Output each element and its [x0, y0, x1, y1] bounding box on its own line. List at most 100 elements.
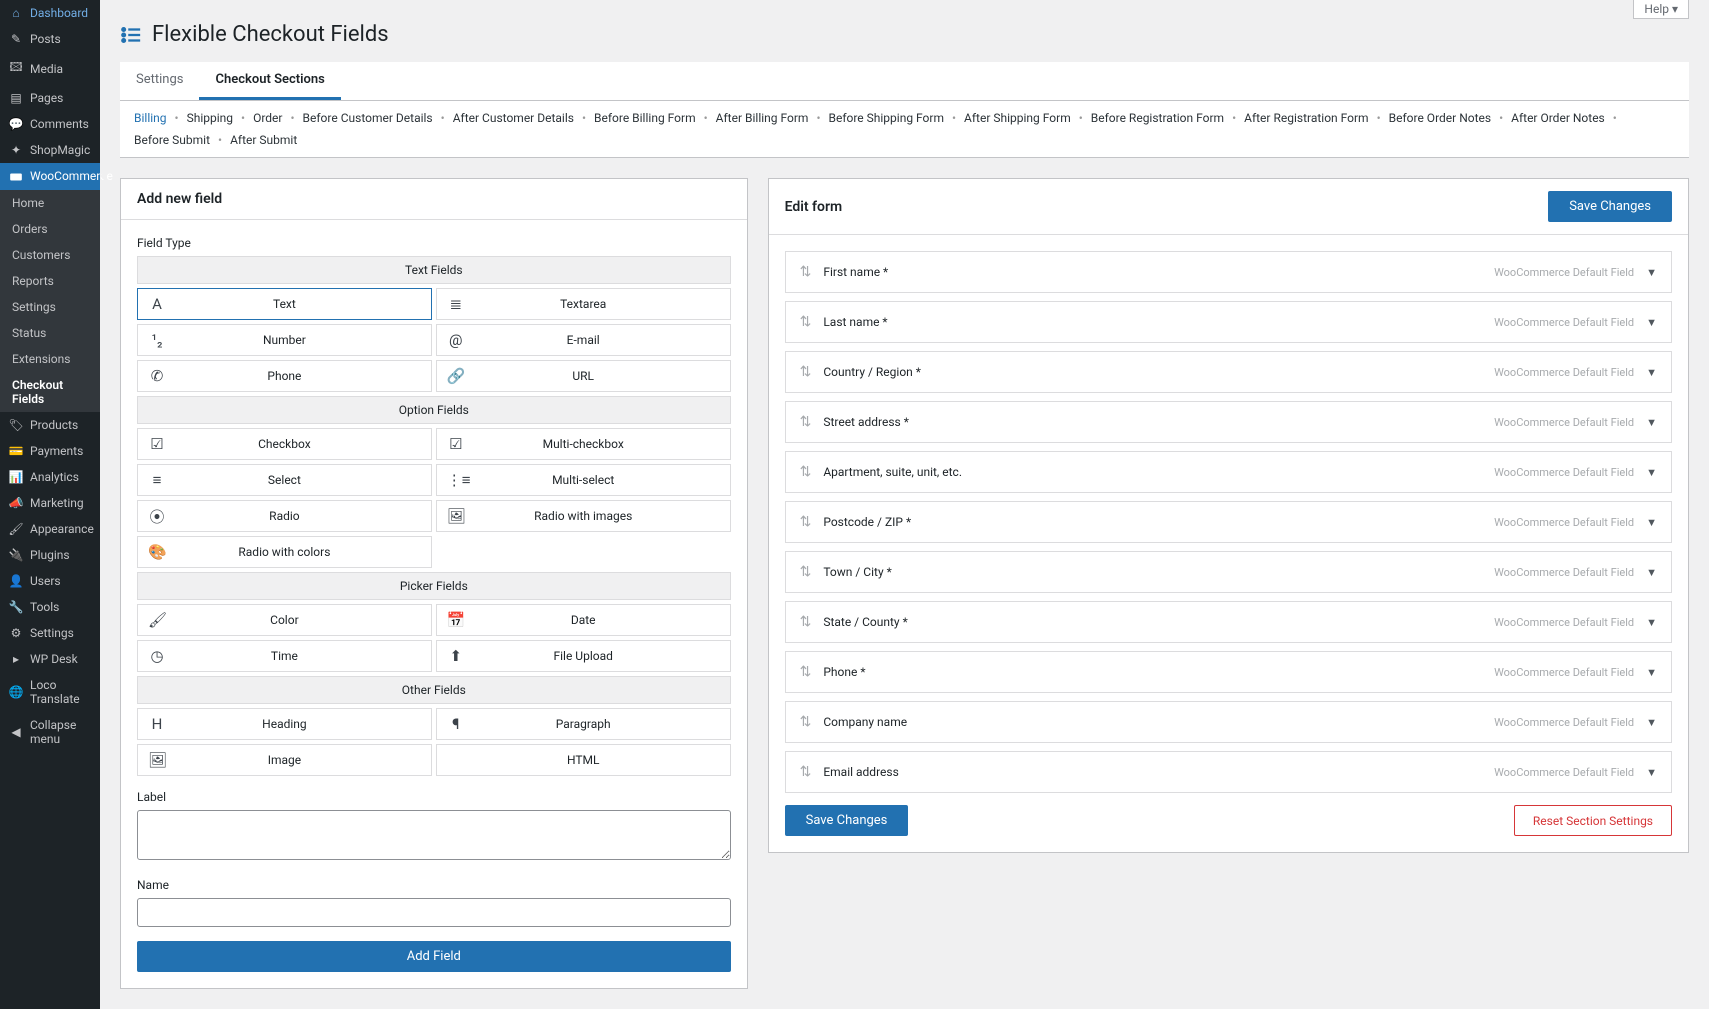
section-subtab[interactable]: Before Shipping Form — [829, 111, 944, 125]
drag-handle-icon[interactable]: ⇅ — [800, 564, 812, 580]
sidebar-item[interactable]: ⌂Dashboard — [0, 0, 100, 26]
drag-handle-icon[interactable]: ⇅ — [800, 514, 812, 530]
sidebar-item[interactable]: 🏷Products — [0, 412, 100, 438]
checkout-field-row[interactable]: ⇅ Last name * WooCommerce Default Field … — [785, 301, 1672, 343]
field-type-option[interactable]: 📅Date — [436, 604, 731, 636]
help-tab[interactable]: Help ▾ — [1633, 0, 1689, 19]
sidebar-subitem[interactable]: Home — [0, 190, 100, 216]
field-type-option[interactable]: ¹₂Number — [137, 324, 432, 356]
field-type-option[interactable]: ☑Multi-checkbox — [436, 428, 731, 460]
field-type-option[interactable]: ◷Time — [137, 640, 432, 672]
sidebar-item[interactable]: 📣Marketing — [0, 490, 100, 516]
drag-handle-icon[interactable]: ⇅ — [800, 414, 812, 430]
drag-handle-icon[interactable]: ⇅ — [800, 614, 812, 630]
chevron-down-icon[interactable]: ▼ — [1646, 316, 1657, 329]
checkout-field-row[interactable]: ⇅ Town / City * WooCommerce Default Fiel… — [785, 551, 1672, 593]
field-type-option[interactable]: AText — [137, 288, 432, 320]
sidebar-item[interactable]: 🔧Tools — [0, 594, 100, 620]
checkout-field-row[interactable]: ⇅ Phone * WooCommerce Default Field ▼ — [785, 651, 1672, 693]
sidebar-subitem[interactable]: Status — [0, 320, 100, 346]
sidebar-item[interactable]: ▸WP Desk — [0, 646, 100, 672]
sidebar-item[interactable]: ✎Posts — [0, 26, 100, 52]
field-type-option[interactable]: ☑Checkbox — [137, 428, 432, 460]
field-type-option[interactable]: @E-mail — [436, 324, 731, 356]
section-subtab[interactable]: Before Order Notes — [1389, 111, 1491, 125]
sidebar-item[interactable]: 🖾Media — [0, 52, 100, 85]
chevron-down-icon[interactable]: ▼ — [1646, 366, 1657, 379]
section-subtab[interactable]: Order — [253, 111, 282, 125]
sidebar-subitem[interactable]: Customers — [0, 242, 100, 268]
drag-handle-icon[interactable]: ⇅ — [800, 764, 812, 780]
save-button-top[interactable]: Save Changes — [1548, 191, 1672, 222]
checkout-field-row[interactable]: ⇅ State / County * WooCommerce Default F… — [785, 601, 1672, 643]
section-subtab[interactable]: After Submit — [230, 133, 297, 147]
sidebar-item[interactable]: ⚙Settings — [0, 620, 100, 646]
chevron-down-icon[interactable]: ▼ — [1646, 666, 1657, 679]
checkout-field-row[interactable]: ⇅ Postcode / ZIP * WooCommerce Default F… — [785, 501, 1672, 543]
chevron-down-icon[interactable]: ▼ — [1646, 416, 1657, 429]
drag-handle-icon[interactable]: ⇅ — [800, 664, 812, 680]
reset-section-button[interactable]: Reset Section Settings — [1514, 805, 1672, 836]
field-type-option[interactable]: 🖌Color — [137, 604, 432, 636]
chevron-down-icon[interactable]: ▼ — [1646, 766, 1657, 779]
sidebar-item[interactable]: 🖌Appearance — [0, 516, 100, 542]
field-type-option[interactable]: HHeading — [137, 708, 432, 740]
field-type-option[interactable]: ¶Paragraph — [436, 708, 731, 740]
chevron-down-icon[interactable]: ▼ — [1646, 616, 1657, 629]
field-type-option[interactable]: ⋮≡Multi-select — [436, 464, 731, 496]
section-subtab[interactable]: After Customer Details — [453, 111, 574, 125]
drag-handle-icon[interactable]: ⇅ — [800, 364, 812, 380]
sidebar-subitem[interactable]: Settings — [0, 294, 100, 320]
sidebar-item-woocommerce[interactable]: WooCommerce — [0, 163, 100, 190]
field-type-option[interactable]: HTML — [436, 744, 731, 776]
section-subtab[interactable]: After Billing Form — [716, 111, 809, 125]
section-subtab[interactable]: Billing — [134, 111, 167, 125]
section-subtab[interactable]: Before Customer Details — [303, 111, 433, 125]
sidebar-item[interactable]: 🌐Loco Translate — [0, 672, 100, 712]
field-type-option[interactable]: ≡Select — [137, 464, 432, 496]
main-tab[interactable]: Settings — [120, 62, 199, 100]
sidebar-subitem[interactable]: Orders — [0, 216, 100, 242]
field-type-option[interactable]: ✆Phone — [137, 360, 432, 392]
field-type-option[interactable]: 🎨Radio with colors — [137, 536, 432, 568]
field-type-option[interactable]: ⦿Radio — [137, 500, 432, 532]
field-type-option[interactable]: 🔗URL — [436, 360, 731, 392]
section-subtab[interactable]: Before Submit — [134, 133, 210, 147]
sidebar-subitem[interactable]: Reports — [0, 268, 100, 294]
sidebar-item[interactable]: ◀Collapse menu — [0, 712, 100, 752]
section-subtab[interactable]: After Registration Form — [1244, 111, 1368, 125]
drag-handle-icon[interactable]: ⇅ — [800, 464, 812, 480]
label-input[interactable] — [137, 810, 731, 860]
checkout-field-row[interactable]: ⇅ Email address WooCommerce Default Fiel… — [785, 751, 1672, 793]
chevron-down-icon[interactable]: ▼ — [1646, 716, 1657, 729]
checkout-field-row[interactable]: ⇅ Company name WooCommerce Default Field… — [785, 701, 1672, 743]
chevron-down-icon[interactable]: ▼ — [1646, 566, 1657, 579]
section-subtab[interactable]: After Order Notes — [1511, 111, 1605, 125]
sidebar-item[interactable]: 💳Payments — [0, 438, 100, 464]
section-subtab[interactable]: Before Billing Form — [594, 111, 696, 125]
drag-handle-icon[interactable]: ⇅ — [800, 314, 812, 330]
chevron-down-icon[interactable]: ▼ — [1646, 516, 1657, 529]
save-button-bottom[interactable]: Save Changes — [785, 805, 909, 836]
checkout-field-row[interactable]: ⇅ Apartment, suite, unit, etc. WooCommer… — [785, 451, 1672, 493]
drag-handle-icon[interactable]: ⇅ — [800, 714, 812, 730]
sidebar-item[interactable]: 👤Users — [0, 568, 100, 594]
sidebar-subitem[interactable]: Checkout Fields — [0, 372, 100, 412]
add-field-button[interactable]: Add Field — [137, 941, 731, 972]
field-type-option[interactable]: ⬆File Upload — [436, 640, 731, 672]
drag-handle-icon[interactable]: ⇅ — [800, 264, 812, 280]
sidebar-item[interactable]: 💬Comments — [0, 111, 100, 137]
sidebar-item[interactable]: 🔌Plugins — [0, 542, 100, 568]
sidebar-item[interactable]: 📊Analytics — [0, 464, 100, 490]
section-subtab[interactable]: After Shipping Form — [964, 111, 1071, 125]
checkout-field-row[interactable]: ⇅ Country / Region * WooCommerce Default… — [785, 351, 1672, 393]
section-subtab[interactable]: Before Registration Form — [1091, 111, 1224, 125]
chevron-down-icon[interactable]: ▼ — [1646, 466, 1657, 479]
sidebar-item[interactable]: ✦ShopMagic — [0, 137, 100, 163]
section-subtab[interactable]: Shipping — [187, 111, 233, 125]
field-type-option[interactable]: 🖼Radio with images — [436, 500, 731, 532]
chevron-down-icon[interactable]: ▼ — [1646, 266, 1657, 279]
field-type-option[interactable]: ≣Textarea — [436, 288, 731, 320]
field-type-option[interactable]: 🖼Image — [137, 744, 432, 776]
checkout-field-row[interactable]: ⇅ First name * WooCommerce Default Field… — [785, 251, 1672, 293]
